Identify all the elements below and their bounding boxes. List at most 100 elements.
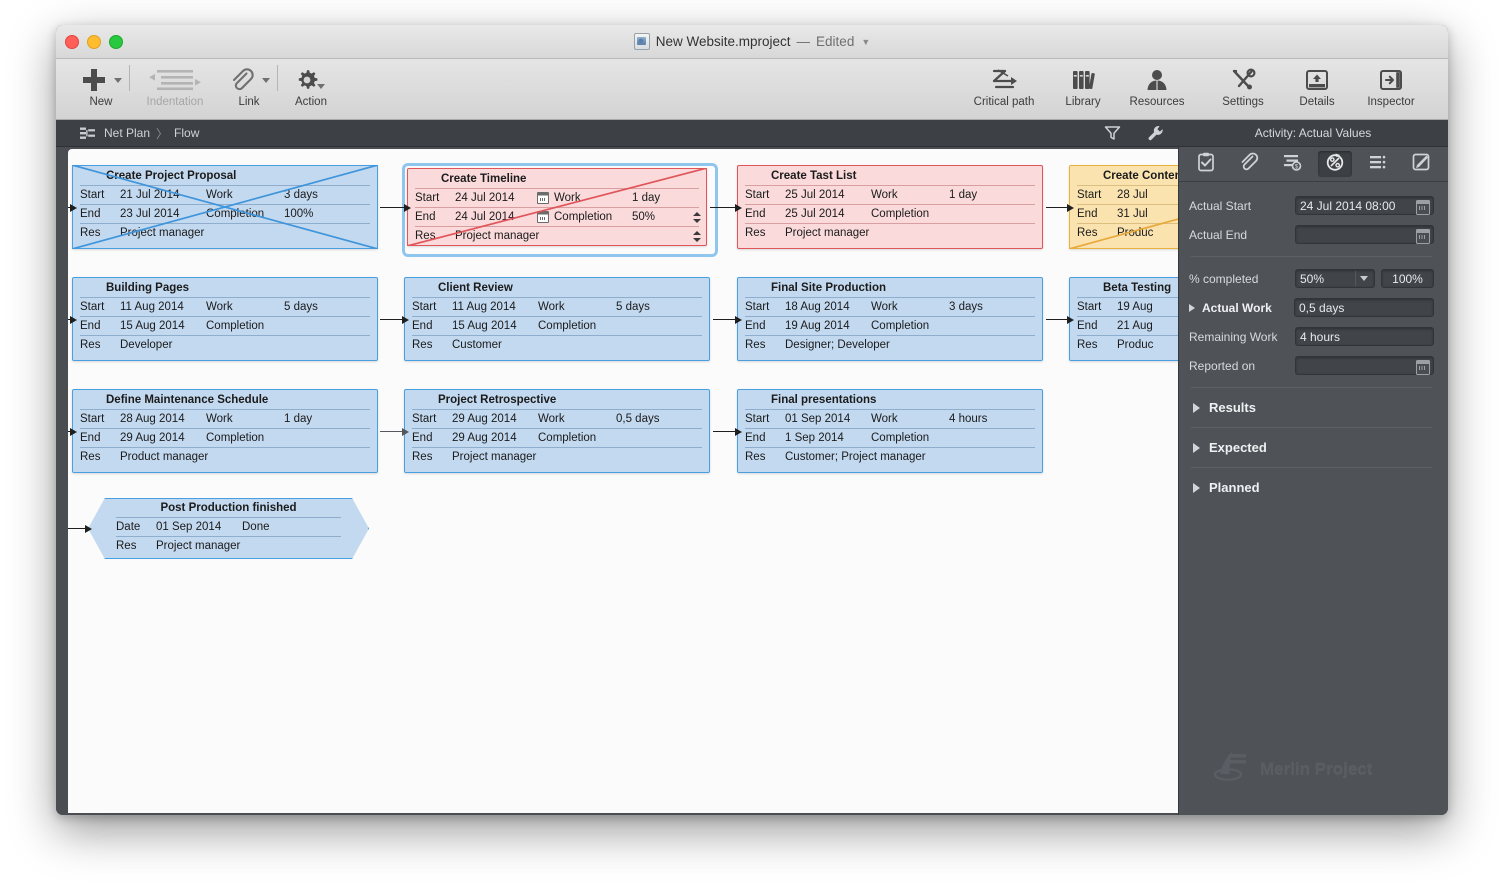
- value-completion[interactable]: 100%: [284, 208, 370, 220]
- value-res[interactable]: Product manager: [120, 451, 370, 463]
- toolbar-button-settings[interactable]: Settings: [1200, 61, 1286, 108]
- value-end[interactable]: 29 Aug 2014: [120, 432, 206, 444]
- value-res[interactable]: Project manager: [455, 230, 699, 242]
- value-start[interactable]: 11 Aug 2014: [120, 301, 206, 313]
- value-res[interactable]: Project manager: [120, 227, 370, 239]
- value-res[interactable]: Customer; Project manager: [785, 451, 1035, 463]
- inspector-tab-assignment-cost[interactable]: $: [1275, 151, 1309, 177]
- toolbar-button-details[interactable]: Details: [1286, 61, 1348, 108]
- value-res[interactable]: Customer: [452, 339, 702, 351]
- input-actual-work[interactable]: 0,5 days: [1294, 298, 1434, 317]
- value-work[interactable]: 1 day: [949, 189, 1035, 201]
- value-res[interactable]: Project manager: [452, 451, 702, 463]
- toolbar-button-indentation[interactable]: Indentation: [132, 61, 218, 108]
- value-end[interactable]: 21 Aug: [1117, 320, 1178, 332]
- value-start[interactable]: 29 Aug 2014: [452, 413, 538, 425]
- toolbar-button-link[interactable]: Link: [218, 61, 280, 108]
- value-res[interactable]: Produc: [1117, 227, 1178, 239]
- calendar-icon[interactable]: [1416, 228, 1430, 244]
- toolbar-button-resources[interactable]: Resources: [1114, 61, 1200, 108]
- section-results[interactable]: Results: [1189, 396, 1434, 419]
- inspector-tab-list-detail[interactable]: [1361, 151, 1395, 177]
- value-end[interactable]: 15 Aug 2014: [452, 320, 538, 332]
- value-work[interactable]: 0,5 days: [616, 413, 702, 425]
- pct-completed-max[interactable]: 100%: [1381, 269, 1434, 288]
- input-remaining-work[interactable]: 4 hours: [1295, 327, 1434, 346]
- disclosure-triangle-icon[interactable]: [1193, 402, 1200, 413]
- toolbar-button-library[interactable]: Library: [1052, 61, 1114, 108]
- netplan-milestone-post-production-finished[interactable]: Post Production finished Date 01 Sep 2014 D…: [88, 498, 369, 559]
- netplan-card-create-content[interactable]: Create ContenStart28 JulWorkEnd31 JulCom…: [1069, 165, 1178, 249]
- chevron-down-icon[interactable]: ▼: [861, 37, 870, 47]
- toolbar-button-action[interactable]: Action: [280, 61, 342, 108]
- value-work[interactable]: 4 hours: [949, 413, 1035, 425]
- value-start[interactable]: 01 Sep 2014: [785, 413, 871, 425]
- value-start[interactable]: 28 Jul: [1117, 189, 1178, 201]
- value-res[interactable]: Produc: [1117, 339, 1178, 351]
- value-end[interactable]: 25 Jul 2014: [785, 208, 871, 220]
- value-res[interactable]: Developer: [120, 339, 370, 351]
- breadcrumb-item-netplan[interactable]: Net Plan: [104, 126, 150, 140]
- value-completion[interactable]: 50%: [632, 211, 699, 223]
- toolbar-button-critical-path[interactable]: Critical path: [956, 61, 1052, 108]
- value-work[interactable]: 1 day: [284, 413, 370, 425]
- stepper-control[interactable]: [693, 229, 701, 244]
- value-start[interactable]: 28 Aug 2014: [120, 413, 206, 425]
- calendar-icon[interactable]: [537, 211, 549, 223]
- section-expected[interactable]: Expected: [1189, 436, 1434, 459]
- value-end[interactable]: 19 Aug 2014: [785, 320, 871, 332]
- inspector-tab-attachment-paperclip[interactable]: [1232, 151, 1266, 177]
- stepper-control[interactable]: [693, 210, 701, 225]
- value-start[interactable]: 25 Jul 2014: [785, 189, 871, 201]
- calendar-icon[interactable]: [1416, 359, 1430, 375]
- value-res[interactable]: Project manager: [156, 540, 341, 552]
- value-end[interactable]: 24 Jul 2014: [455, 211, 541, 223]
- filter-funnel-icon[interactable]: [1091, 125, 1134, 141]
- netplan-card-building-pages[interactable]: Building Pages Start 11 Aug 2014 Work 5 days…: [72, 277, 378, 361]
- netplan-card-create-project-proposal[interactable]: Create Project Proposal Start 21 Jul 2014 W…: [72, 165, 378, 249]
- value-res[interactable]: Project manager: [785, 227, 1035, 239]
- toolbar-button-inspector[interactable]: Inspector: [1348, 61, 1434, 108]
- value-work[interactable]: 1 day: [632, 192, 699, 204]
- netplan-card-client-review[interactable]: Client Review Start 11 Aug 2014 Work 5 days E…: [404, 277, 710, 361]
- input-actual-start[interactable]: 24 Jul 2014 08:00: [1295, 196, 1434, 215]
- chevron-down-icon[interactable]: [1355, 271, 1372, 286]
- netplan-card-final-site-production[interactable]: Final Site Production Start 18 Aug 2014 Wor…: [737, 277, 1043, 361]
- inspector-tab-actual-values-percent[interactable]: [1317, 151, 1352, 177]
- value-res[interactable]: Designer; Developer: [785, 339, 1035, 351]
- disclosure-triangle-icon[interactable]: [1193, 482, 1200, 493]
- value-end[interactable]: 1 Sep 2014: [785, 432, 871, 444]
- value-start[interactable]: 21 Jul 2014: [120, 189, 206, 201]
- value-start[interactable]: 18 Aug 2014: [785, 301, 871, 313]
- netplan-card-beta-testing[interactable]: Beta TestingStart19 AugWorkEnd21 AugComp…: [1069, 277, 1178, 361]
- disclosure-triangle-icon[interactable]: [1193, 442, 1200, 453]
- calendar-icon[interactable]: [1416, 199, 1430, 215]
- value-end[interactable]: 15 Aug 2014: [120, 320, 206, 332]
- value-start[interactable]: 11 Aug 2014: [452, 301, 538, 313]
- value-end[interactable]: 23 Jul 2014: [120, 208, 206, 220]
- value-date[interactable]: 01 Sep 2014: [156, 521, 242, 533]
- value-work[interactable]: 5 days: [284, 301, 370, 313]
- inspector-tab-notes-edit[interactable]: [1404, 151, 1438, 177]
- netplan-card-final-presentations[interactable]: Final presentations Start 01 Sep 2014 Work 4…: [737, 389, 1043, 473]
- value-start[interactable]: 19 Aug: [1117, 301, 1178, 313]
- chevron-down-icon[interactable]: [261, 77, 270, 83]
- inspector-tab-clipboard-check[interactable]: [1189, 151, 1223, 177]
- netplan-card-create-tast-list[interactable]: Create Tast List Start 25 Jul 2014 Work 1 da…: [737, 165, 1043, 249]
- value-end[interactable]: 31 Jul: [1117, 208, 1178, 220]
- section-planned[interactable]: Planned: [1189, 476, 1434, 499]
- breadcrumb-item-flow[interactable]: Flow: [174, 126, 199, 140]
- chevron-down-icon[interactable]: [113, 77, 122, 83]
- netplan-canvas[interactable]: Create Project Proposal Start 21 Jul 2014 W…: [68, 149, 1178, 813]
- value-work[interactable]: 3 days: [949, 301, 1035, 313]
- netplan-card-create-timeline[interactable]: Create Timeline Start 24 Jul 2014 Work 1 day…: [407, 168, 707, 246]
- value-work[interactable]: 3 days: [284, 189, 370, 201]
- netplan-card-project-retrospective[interactable]: Project Retrospective Start 29 Aug 2014 Wor…: [404, 389, 710, 473]
- input-actual-end[interactable]: [1295, 225, 1434, 244]
- toolbar-button-new[interactable]: New: [70, 61, 132, 108]
- calendar-icon[interactable]: [537, 192, 549, 204]
- select-pct-completed[interactable]: 50%: [1295, 269, 1375, 288]
- value-end[interactable]: 29 Aug 2014: [452, 432, 538, 444]
- wrench-icon[interactable]: [1134, 125, 1178, 142]
- value-work[interactable]: 5 days: [616, 301, 702, 313]
